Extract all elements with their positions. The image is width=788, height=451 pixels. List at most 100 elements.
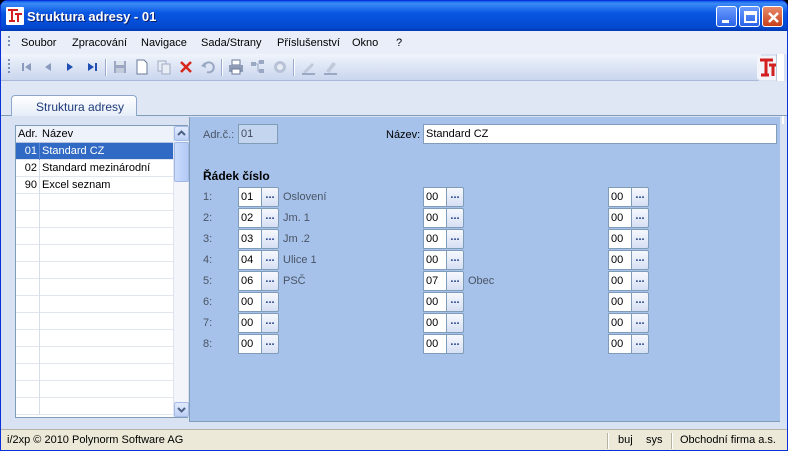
toolbar-grip[interactable] xyxy=(8,59,10,75)
lookup-button[interactable]: ... xyxy=(631,187,649,207)
table-row[interactable] xyxy=(16,194,173,211)
previous-record-icon[interactable] xyxy=(39,58,57,76)
line-value-input[interactable]: 00 xyxy=(608,334,632,354)
table-row[interactable] xyxy=(16,228,173,245)
lookup-button[interactable]: ... xyxy=(631,334,649,354)
line-value-input[interactable]: 00 xyxy=(608,271,632,291)
lookup-button[interactable]: ... xyxy=(261,271,279,291)
lookup-button[interactable]: ... xyxy=(446,250,464,270)
table-row[interactable] xyxy=(16,330,173,347)
menu-grip[interactable] xyxy=(8,36,10,48)
line-value-input[interactable]: 00 xyxy=(608,208,632,228)
menu-prislusenstvi[interactable]: Příslušenství xyxy=(277,37,340,49)
lookup-button[interactable]: ... xyxy=(631,250,649,270)
erase-icon[interactable] xyxy=(321,58,339,76)
lookup-button[interactable]: ... xyxy=(261,208,279,228)
line-value-input[interactable]: 00 xyxy=(238,313,262,333)
table-row[interactable] xyxy=(16,262,173,279)
lookup-button[interactable]: ... xyxy=(631,313,649,333)
line-value-input[interactable]: 00 xyxy=(238,292,262,312)
line-value-input[interactable]: 00 xyxy=(423,313,447,333)
line-value-input[interactable]: 02 xyxy=(238,208,262,228)
line-value-input[interactable]: 00 xyxy=(608,250,632,270)
next-record-icon[interactable] xyxy=(61,58,79,76)
scroll-down-button[interactable] xyxy=(174,402,189,417)
table-row[interactable]: 02 Standard mezinárodní xyxy=(16,160,173,177)
line-value-input[interactable]: 00 xyxy=(608,187,632,207)
first-record-icon[interactable] xyxy=(18,58,36,76)
lookup-button[interactable]: ... xyxy=(261,334,279,354)
line-value-input[interactable]: 03 xyxy=(238,229,262,249)
lookup-button[interactable]: ... xyxy=(446,334,464,354)
line-value-input[interactable]: 07 xyxy=(423,271,447,291)
lookup-button[interactable]: ... xyxy=(631,271,649,291)
menu-navigace[interactable]: Navigace xyxy=(141,37,187,49)
lookup-button[interactable]: ... xyxy=(446,229,464,249)
table-row[interactable] xyxy=(16,347,173,364)
edit-icon[interactable] xyxy=(299,58,317,76)
table-row[interactable] xyxy=(16,381,173,398)
copy-icon[interactable] xyxy=(155,58,173,76)
title-bar[interactable]: Struktura adresy - 01 xyxy=(1,1,787,31)
lookup-button[interactable]: ... xyxy=(446,313,464,333)
table-row[interactable] xyxy=(16,398,173,415)
line-value-input[interactable]: 00 xyxy=(423,187,447,207)
lookup-button[interactable]: ... xyxy=(261,313,279,333)
undo-icon[interactable] xyxy=(199,58,217,76)
lookup-button[interactable]: ... xyxy=(631,292,649,312)
table-row[interactable] xyxy=(16,296,173,313)
line-value-input[interactable]: 00 xyxy=(423,334,447,354)
maximize-button[interactable] xyxy=(739,6,760,27)
list-scrollbar[interactable] xyxy=(173,126,189,417)
record-icon[interactable] xyxy=(271,58,289,76)
menu-okno[interactable]: Okno xyxy=(352,37,378,49)
line-value-input[interactable]: 06 xyxy=(238,271,262,291)
lookup-button[interactable]: ... xyxy=(261,229,279,249)
tree-icon[interactable] xyxy=(249,58,267,76)
line-value-input[interactable]: 00 xyxy=(608,313,632,333)
lookup-button[interactable]: ... xyxy=(631,208,649,228)
line-value-input[interactable]: 04 xyxy=(238,250,262,270)
lookup-button[interactable]: ... xyxy=(261,187,279,207)
table-row[interactable] xyxy=(16,313,173,330)
table-row[interactable] xyxy=(16,279,173,296)
scroll-thumb[interactable] xyxy=(174,142,189,182)
lookup-button[interactable]: ... xyxy=(446,208,464,228)
lookup-button[interactable]: ... xyxy=(446,271,464,291)
line-value-input[interactable]: 00 xyxy=(608,292,632,312)
line-value-input[interactable]: 00 xyxy=(423,292,447,312)
table-row[interactable] xyxy=(16,364,173,381)
tab-struktura-adresy[interactable]: Struktura adresy xyxy=(11,95,137,116)
delete-icon[interactable] xyxy=(177,58,195,76)
line-value-input[interactable]: 00 xyxy=(608,229,632,249)
lookup-button[interactable]: ... xyxy=(631,229,649,249)
line-value-input[interactable]: 01 xyxy=(238,187,262,207)
table-row[interactable]: 01 Standard CZ xyxy=(16,143,173,160)
line-value-input[interactable]: 00 xyxy=(423,208,447,228)
menu-soubor[interactable]: Soubor xyxy=(21,37,56,49)
column-header-adr[interactable]: Adr. xyxy=(18,128,38,140)
scroll-up-button[interactable] xyxy=(174,126,189,141)
line-value-input[interactable]: 00 xyxy=(423,250,447,270)
line-value-input[interactable]: 00 xyxy=(423,229,447,249)
lookup-button[interactable]: ... xyxy=(261,292,279,312)
close-button[interactable] xyxy=(762,6,783,27)
table-row[interactable] xyxy=(16,245,173,262)
menu-zpracovani[interactable]: Zpracování xyxy=(72,37,127,49)
table-row[interactable]: 90 Excel seznam xyxy=(16,177,173,194)
new-icon[interactable] xyxy=(133,58,151,76)
lookup-button[interactable]: ... xyxy=(446,187,464,207)
menu-sada-strany[interactable]: Sada/Strany xyxy=(201,37,262,49)
lookup-button[interactable]: ... xyxy=(446,292,464,312)
print-icon[interactable] xyxy=(227,58,245,76)
column-header-name[interactable]: Název xyxy=(42,128,73,140)
lookup-button[interactable]: ... xyxy=(261,250,279,270)
address-structure-list[interactable]: Adr. Název 01 Standard CZ 02 Standard mezin… xyxy=(15,125,189,418)
save-icon[interactable] xyxy=(111,58,129,76)
line-value-input[interactable]: 00 xyxy=(238,334,262,354)
last-record-icon[interactable] xyxy=(83,58,101,76)
menu-help[interactable]: ? xyxy=(396,37,402,49)
table-row[interactable] xyxy=(16,211,173,228)
name-field[interactable]: Standard CZ xyxy=(423,124,777,144)
minimize-button[interactable] xyxy=(716,6,737,27)
